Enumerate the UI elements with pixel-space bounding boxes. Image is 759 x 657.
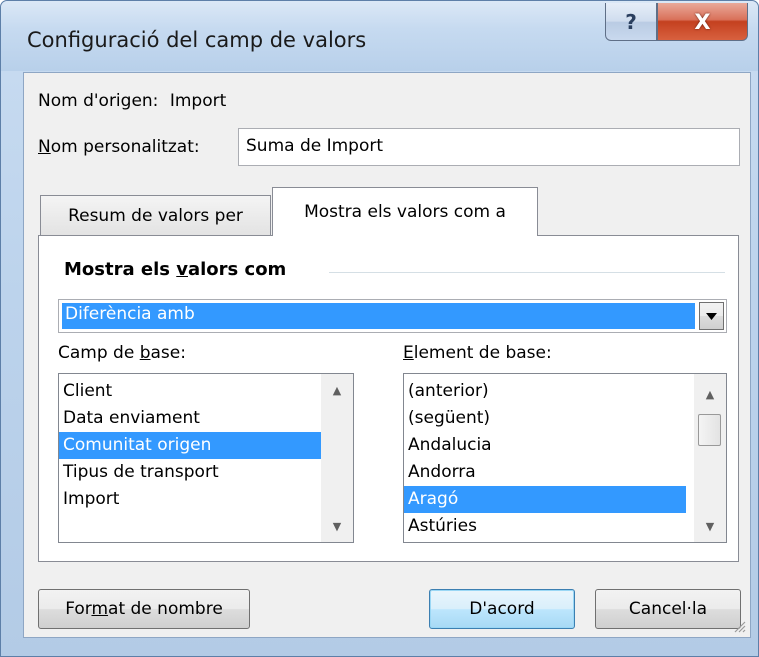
custom-name-label: Nom personalitzat: [38, 137, 200, 157]
chevron-down-icon [706, 312, 717, 320]
scroll-up-icon[interactable]: ▲ [694, 382, 726, 406]
list-item[interactable]: Import [59, 486, 353, 513]
show-values-selected: Diferència amb [62, 303, 695, 329]
base-item-label: Element de base: [403, 343, 552, 363]
close-icon: X [694, 9, 711, 34]
help-icon: ? [625, 9, 637, 34]
scroll-down-icon[interactable]: ▼ [321, 514, 353, 538]
custom-name-input[interactable]: Suma de Import [238, 128, 740, 166]
help-button[interactable]: ? [605, 3, 657, 41]
base-field-label: Camp de base: [58, 343, 186, 363]
scroll-down-icon[interactable]: ▼ [694, 514, 726, 538]
tab-show-values-as-label: Mostra els valors com a [304, 202, 506, 222]
ok-label: D'acord [469, 599, 535, 619]
tab-panel: Mostra els valors com Diferència amb Cam… [38, 235, 739, 562]
list-item[interactable]: Data enviament [59, 405, 353, 432]
scroll-thumb[interactable] [698, 414, 721, 446]
list-item[interactable]: Astúries [404, 513, 726, 540]
close-button[interactable]: X [657, 3, 748, 41]
list-item[interactable]: Client [59, 378, 353, 405]
dropdown-button[interactable] [699, 302, 724, 330]
scroll-up-icon[interactable]: ▲ [321, 378, 353, 402]
list-item[interactable]: Aragó [404, 486, 686, 513]
resize-grip-icon[interactable] [732, 619, 746, 633]
list-item[interactable]: (següent) [404, 405, 726, 432]
title-bar[interactable]: Configuració del camp de valors ? X [1, 1, 758, 71]
source-name-value: Import [169, 91, 227, 111]
list-item[interactable]: Comunitat origen [59, 432, 323, 459]
list-item[interactable]: (anterior) [404, 378, 726, 405]
cancel-button[interactable]: Cancel·la [595, 589, 741, 629]
dialog-window: Configuració del camp de valors ? X Nom … [0, 0, 759, 657]
source-name-row: Nom d'origen: Import [38, 91, 226, 111]
base-field-scrollbar[interactable]: ▲ ▼ [321, 374, 353, 542]
ok-button[interactable]: D'acord [429, 589, 575, 629]
dialog-body: Nom d'origen: Import Nom personalitzat: … [23, 72, 751, 638]
base-item-scrollbar[interactable]: ▲ ▼ [694, 374, 726, 542]
source-name-label: Nom d'origen: [38, 91, 159, 111]
show-values-dropdown[interactable]: Diferència amb [58, 299, 727, 333]
number-format-button[interactable]: Format de nombre [38, 589, 250, 629]
dialog-title: Configuració del camp de valors [27, 28, 367, 52]
list-item[interactable]: Andalucia [404, 432, 726, 459]
tab-summarize-values-label: Resum de valors per [68, 205, 243, 226]
base-item-listbox[interactable]: (anterior) (següent) Andalucia Andorra A… [403, 373, 727, 543]
list-item[interactable]: Tipus de transport [59, 459, 353, 486]
tab-summarize-values[interactable]: Resum de valors per [40, 195, 271, 235]
show-values-heading: Mostra els valors com [64, 259, 287, 280]
list-item[interactable]: Andorra [404, 459, 726, 486]
number-format-label: Format de nombre [65, 599, 223, 619]
base-field-listbox[interactable]: Client Data enviament Comunitat origen T… [58, 373, 354, 543]
heading-divider [329, 272, 725, 273]
cancel-label: Cancel·la [628, 599, 708, 619]
tab-show-values-as[interactable]: Mostra els valors com a [272, 187, 538, 236]
